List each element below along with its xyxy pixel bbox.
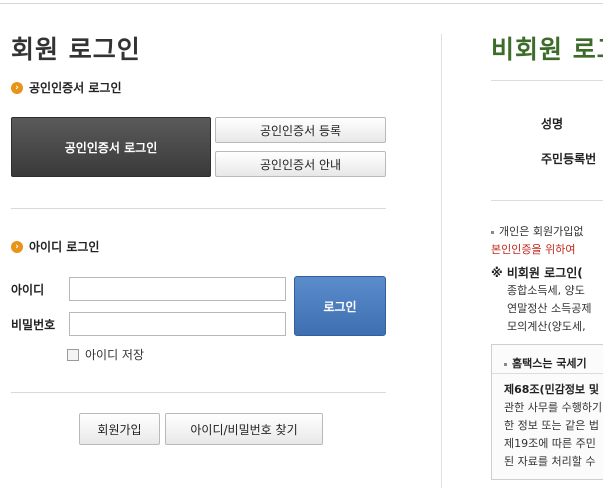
notice-line: 제19조에 따른 주민	[504, 437, 596, 450]
save-id-label: 아이디 저장	[85, 348, 145, 362]
id-input[interactable]	[69, 277, 286, 301]
guest-divider	[491, 200, 603, 201]
id-login-section-heading: › 아이디 로그인	[11, 238, 99, 255]
notice-line: 제68조(민감정보 및	[504, 383, 600, 396]
guest-login-title: 비회원 로그	[491, 35, 603, 64]
section-divider	[11, 208, 386, 209]
notice-heading: 홈택스는 국세기	[504, 355, 587, 371]
save-id-option[interactable]: 아이디 저장	[67, 346, 144, 363]
chevron-right-icon: ›	[11, 240, 23, 253]
desc-line: 모의계산(양도세,	[507, 320, 586, 333]
warning-line: 본인인증을 위하여	[491, 243, 576, 256]
password-input[interactable]	[69, 312, 286, 336]
desc-line: 종합소득세, 양도	[507, 284, 585, 297]
name-label: 성명	[541, 117, 564, 131]
notice-line: 관한 사무를 수행하기	[504, 401, 603, 414]
square-bullet-icon	[504, 362, 507, 366]
square-bullet-icon	[491, 230, 494, 234]
member-login-title: 회원 로그인	[11, 35, 141, 64]
cert-login-button[interactable]: 공인인증서 로그인	[11, 117, 211, 177]
desc-line: 연말정산 소득공제	[507, 302, 592, 315]
cert-login-section-heading: › 공인인증서 로그인	[11, 79, 122, 96]
cert-guide-button[interactable]: 공인인증서 안내	[215, 151, 386, 177]
cert-register-button[interactable]: 공인인증서 등록	[215, 117, 386, 143]
section-divider	[11, 392, 386, 393]
id-label: 아이디	[11, 283, 45, 297]
notice-divider	[492, 373, 603, 374]
login-button[interactable]: 로그인	[294, 276, 386, 336]
notice-line: 된 자료를 처리할 수	[504, 455, 596, 468]
id-login-section-label: 아이디 로그인	[29, 240, 100, 254]
find-id-password-button[interactable]: 아이디/비밀번호 찾기	[165, 413, 323, 445]
signup-button[interactable]: 회원가입	[79, 413, 160, 445]
column-separator	[441, 34, 442, 488]
notice-line: 한 정보 또는 같은 법	[504, 419, 599, 432]
save-id-checkbox[interactable]	[67, 348, 79, 361]
chevron-right-icon: ›	[11, 81, 23, 94]
guest-divider	[491, 80, 603, 81]
guest-heading: ※ 비회원 로그인(	[491, 266, 583, 280]
privacy-notice-box: 홈택스는 국세기 제68조(민감정보 및 관한 사무를 수행하기 한 정보 또는…	[491, 344, 603, 480]
top-border	[0, 3, 603, 4]
cert-login-section-label: 공인인증서 로그인	[29, 81, 122, 95]
rrn-label: 주민등록번	[541, 152, 597, 166]
password-label: 비밀번호	[11, 318, 56, 332]
info-line: 개인은 회원가입없	[491, 223, 583, 239]
